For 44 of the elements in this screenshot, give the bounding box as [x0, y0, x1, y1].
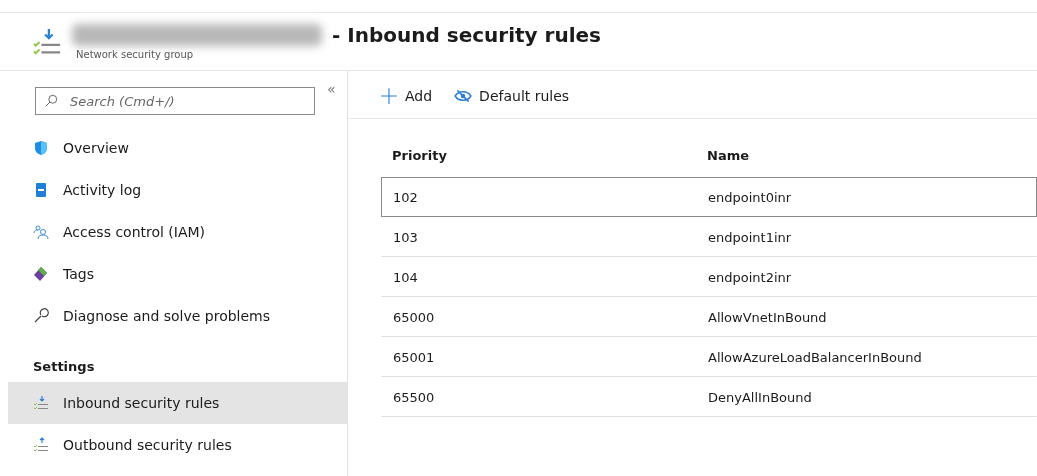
resource-type: Network security group	[76, 49, 195, 60]
table-row[interactable]: 103 endpoint1inr	[381, 217, 1037, 257]
table-cell-text: 103	[393, 229, 419, 245]
table-cell-text: 65500	[393, 389, 436, 405]
upload-list-icon	[33, 437, 49, 453]
nav-item[interactable]: Access control (IAM)	[8, 211, 347, 253]
section-heading: Settings	[32, 358, 96, 376]
tag-icon	[33, 266, 49, 282]
toolbar-button[interactable]: Add	[380, 85, 433, 107]
nav-item[interactable]: Overview	[8, 127, 347, 169]
table-cell-text: endpoint2inr	[708, 269, 793, 285]
download-list-icon	[32, 26, 62, 57]
table-cell-text: endpoint0inr	[708, 189, 793, 205]
table-cell-text: AllowAzureLoadBalancerInBound	[708, 349, 923, 365]
shield-icon	[33, 140, 49, 156]
table-row[interactable]: 104 endpoint2inr	[381, 257, 1037, 297]
column-header: Name	[707, 147, 750, 163]
search-field[interactable]: Search (Cmd+/)	[35, 87, 315, 115]
download-list-icon	[33, 395, 49, 411]
table-row[interactable]: 65000 AllowVnetInBound	[381, 297, 1037, 337]
search-icon	[44, 94, 58, 108]
log-icon	[33, 182, 49, 198]
table-cell-text: endpoint1inr	[708, 229, 793, 245]
table-cell-text: 102	[393, 189, 419, 205]
page-title: - Inbound security rules	[332, 23, 602, 47]
people-icon	[33, 224, 49, 240]
nav-item[interactable]: Tags	[8, 253, 347, 295]
column-header: Priority	[392, 147, 448, 163]
eye-hidden-icon	[454, 87, 473, 105]
plus-icon	[380, 87, 398, 105]
table-row[interactable]: 102 endpoint0inr	[381, 177, 1037, 217]
table-cell-text: AllowVnetInBound	[708, 309, 828, 325]
nav-item[interactable]: Inbound security rules	[8, 382, 347, 424]
table-cell-text: 65001	[393, 349, 436, 365]
table-row[interactable]: 65001 AllowAzureLoadBalancerInBound	[381, 337, 1037, 377]
nav-item[interactable]: Diagnose and solve problems	[8, 295, 347, 337]
table-cell-text: 65000	[393, 309, 436, 325]
table-row[interactable]: 65500 DenyAllInBound	[381, 377, 1037, 417]
collapse-button[interactable]: «	[327, 81, 336, 97]
toolbar-button[interactable]: Default rules	[454, 85, 570, 107]
nav-item[interactable]: Activity log	[8, 169, 347, 211]
table-cell-text: DenyAllInBound	[708, 389, 813, 405]
nav-item[interactable]: Outbound security rules	[8, 424, 347, 466]
table-cell-text: 104	[393, 269, 419, 285]
